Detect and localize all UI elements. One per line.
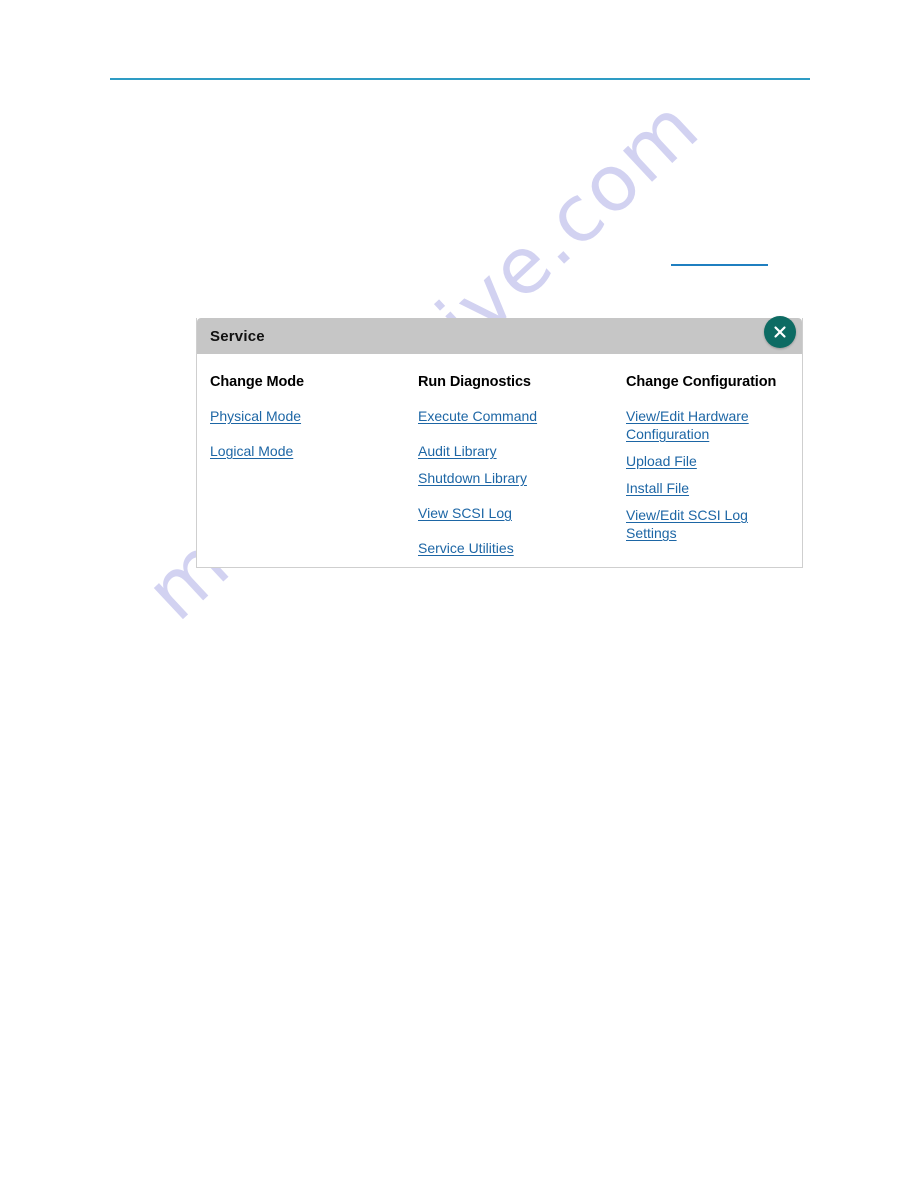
link-physical-mode[interactable]: Physical Mode — [210, 407, 410, 425]
close-button[interactable] — [764, 316, 796, 348]
column-change-mode: Change Mode Physical Mode Logical Mode — [210, 374, 410, 460]
service-dialog: Service Change Mode Physical Mode Logica… — [196, 316, 803, 568]
link-logical-mode[interactable]: Logical Mode — [210, 442, 410, 460]
link-audit-library[interactable]: Audit Library — [418, 442, 618, 460]
page-link-underline[interactable] — [671, 264, 768, 266]
dialog-title: Service — [210, 327, 265, 345]
link-view-scsi-log[interactable]: View SCSI Log — [418, 504, 618, 522]
column-change-configuration: Change Configuration View/Edit Hardware … — [626, 374, 791, 542]
column-heading-change-configuration: Change Configuration — [626, 374, 777, 390]
link-view-edit-scsi-log-settings[interactable]: View/Edit SCSI Log Settings — [626, 506, 791, 542]
link-upload-file[interactable]: Upload File — [626, 452, 791, 470]
page-top-rule — [110, 78, 810, 80]
close-x-icon — [770, 322, 790, 342]
column-heading-run-diagnostics: Run Diagnostics — [418, 374, 531, 390]
column-heading-change-mode: Change Mode — [210, 374, 304, 390]
link-service-utilities[interactable]: Service Utilities — [418, 539, 618, 557]
link-shutdown-library[interactable]: Shutdown Library — [418, 469, 618, 487]
dialog-header: Service — [197, 316, 802, 354]
link-execute-command[interactable]: Execute Command — [418, 407, 618, 425]
column-run-diagnostics: Run Diagnostics Execute Command Audit Li… — [418, 374, 618, 557]
link-install-file[interactable]: Install File — [626, 479, 791, 497]
link-view-edit-hardware-configuration[interactable]: View/Edit Hardware Configuration — [626, 407, 791, 443]
dialog-body: Change Mode Physical Mode Logical Mode R… — [197, 354, 802, 567]
